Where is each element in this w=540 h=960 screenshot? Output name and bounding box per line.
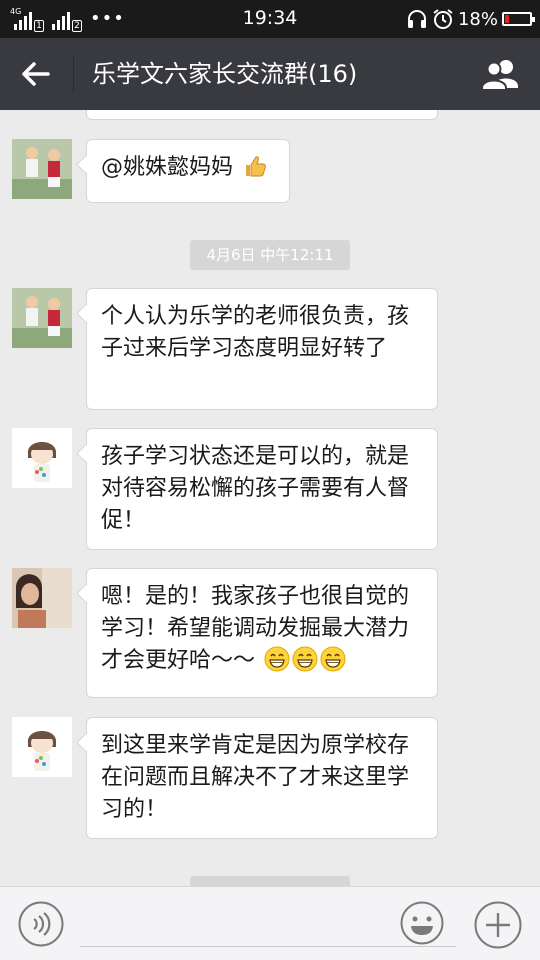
- timestamp-label: 4月6日 中午12:11: [190, 240, 350, 270]
- grin-icon: [320, 646, 346, 672]
- previous-message-bubble: [86, 110, 438, 120]
- battery-icon: [502, 12, 535, 26]
- message-list[interactable]: @姚姝懿妈妈 4月6日 中午12:11 个人认为乐学的老师很负责，孩子过来后学习…: [0, 110, 540, 886]
- status-right: 18%: [406, 7, 535, 31]
- message-text: 个人认为乐学的老师很负责，孩子过来后学习态度明显好转了: [101, 304, 410, 361]
- battery-percent: 18%: [457, 8, 498, 30]
- avatar-cartoon-girl[interactable]: [12, 428, 72, 488]
- message-bubble[interactable]: 孩子学习状态还是可以的，就是对待容易松懈的孩子需要有人督促！: [86, 428, 438, 550]
- battery-fill: [505, 15, 509, 23]
- chat-title: 乐学文六家长交流群(16): [92, 60, 358, 88]
- avatar-cartoon-girl[interactable]: [12, 717, 72, 777]
- smiley-icon[interactable]: [400, 901, 444, 945]
- avatar-children-photo[interactable]: [12, 288, 72, 348]
- group-members-icon[interactable]: [478, 54, 522, 94]
- headphones-icon: [407, 10, 426, 28]
- message-bubble[interactable]: 嗯！是的！我家孩子也很自觉的学习！希望能调动发掘最大潜力才会更好哈～～: [86, 568, 438, 698]
- message-bubble[interactable]: @姚姝懿妈妈: [86, 139, 290, 203]
- message-text: 孩子学习状态还是可以的，就是对待容易松懈的孩子需要有人督促！: [101, 444, 410, 533]
- arrow-left-icon[interactable]: [16, 54, 56, 94]
- message-text: 嗯！是的！我家孩子也很自觉的学习！希望能调动发掘最大潜力才会更好哈～～: [101, 584, 410, 673]
- avatar-woman-photo[interactable]: [12, 568, 72, 628]
- header-divider: [73, 56, 74, 92]
- thumbs-up-icon: [246, 156, 266, 177]
- avatar-children-photo[interactable]: [12, 139, 72, 199]
- plus-icon[interactable]: [474, 901, 522, 949]
- voice-icon[interactable]: [18, 901, 64, 947]
- grin-icon: [292, 646, 318, 672]
- input-bar: [0, 886, 540, 960]
- status-bar: 4G 1 2 ••• 19:34 18%: [0, 0, 540, 38]
- message-text: @姚姝懿妈妈: [101, 155, 234, 180]
- message-bubble[interactable]: 到这里来学肯定是因为原学校存在问题而且解决不了才来这里学习的！: [86, 717, 438, 839]
- timestamp-label-partial: [190, 876, 350, 886]
- grin-icon: [264, 646, 290, 672]
- chat-header: 乐学文六家长交流群(16): [0, 38, 540, 110]
- alarm-clock-icon: [433, 9, 453, 29]
- message-bubble[interactable]: 个人认为乐学的老师很负责，孩子过来后学习态度明显好转了: [86, 288, 438, 410]
- message-text: 到这里来学肯定是因为原学校存在问题而且解决不了才来这里学习的！: [101, 733, 410, 822]
